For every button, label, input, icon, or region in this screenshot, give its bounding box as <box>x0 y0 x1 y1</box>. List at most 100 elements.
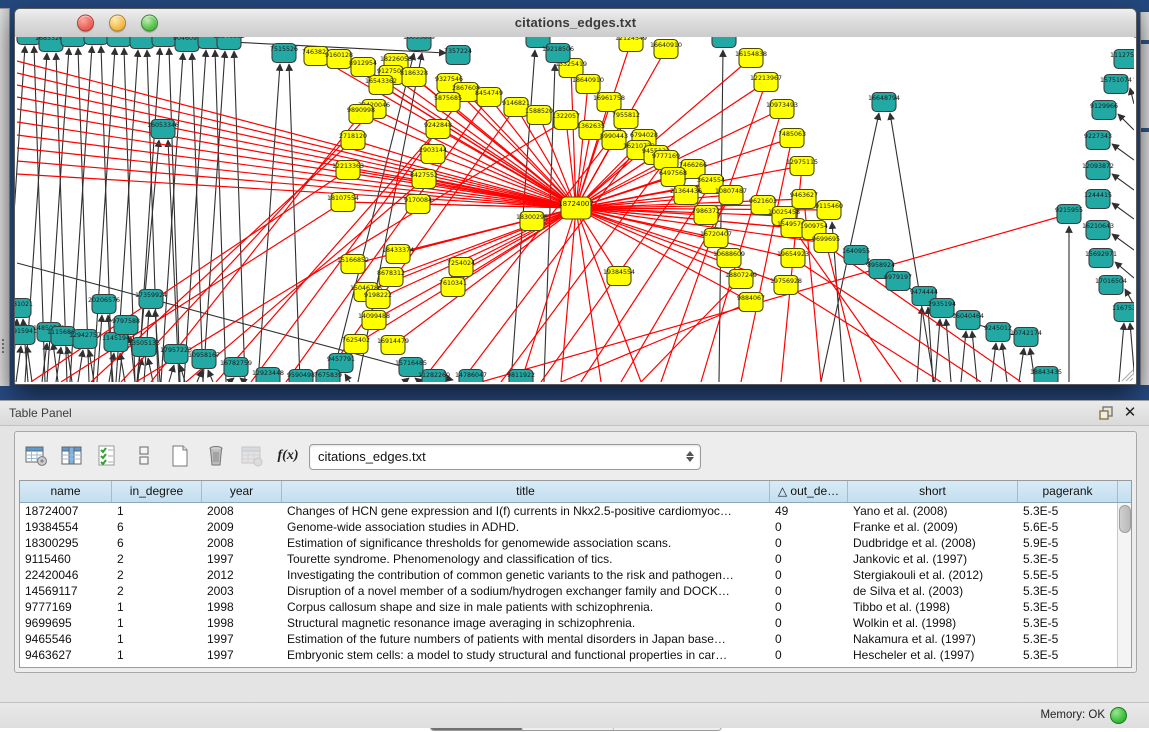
close-panel-icon[interactable]: ✕ <box>1121 404 1139 422</box>
table-row[interactable]: 946554611997Estimation of the future num… <box>20 631 1118 647</box>
network-node[interactable]: 15166852 <box>337 255 369 274</box>
network-node[interactable]: 10807487 <box>715 186 747 205</box>
float-panel-icon[interactable] <box>1097 404 1115 422</box>
network-node[interactable]: 10958167 <box>188 350 220 369</box>
column-header-year[interactable]: year <box>202 481 282 502</box>
delete-table-icon[interactable] <box>203 443 229 469</box>
window-resize-grip[interactable] <box>1120 368 1134 382</box>
network-node[interactable]: 7515526 <box>270 44 298 63</box>
network-node[interactable]: 9129966 <box>1090 101 1118 120</box>
network-node[interactable]: 9198222 <box>364 290 392 309</box>
network-node[interactable]: 9227343 <box>1084 131 1112 150</box>
network-node[interactable]: 18107554 <box>327 193 359 212</box>
network-node[interactable]: 1322057 <box>552 111 580 130</box>
table-row[interactable]: 1456911722003Disruption of a novel membe… <box>20 583 1118 599</box>
network-node[interactable]: 20206576 <box>88 295 120 314</box>
network-node[interactable]: 12213967 <box>750 73 782 92</box>
table-row[interactable]: 977716911998Corpus callosum shape and si… <box>20 599 1118 615</box>
network-node[interactable]: 12124549 <box>615 37 647 52</box>
network-node[interactable]: 9797588 <box>112 316 140 335</box>
network-node[interactable]: 16961758 <box>593 93 625 112</box>
import-table-icon[interactable] <box>239 443 265 469</box>
network-node[interactable]: 16346932 <box>213 37 245 50</box>
network-node[interactable]: 2903144 <box>419 145 447 164</box>
network-node[interactable]: 16640910 <box>650 40 682 59</box>
network-node[interactable]: 7955812 <box>612 110 640 129</box>
network-node[interactable]: 9115460 <box>815 201 843 220</box>
control-panel-collapsed-strip[interactable] <box>0 8 10 386</box>
table-row[interactable]: 946362711997Embryonic stem cells: a mode… <box>20 647 1118 663</box>
network-node[interactable]: 17016504 <box>1095 276 1127 295</box>
network-node[interactable]: 7254024 <box>447 258 475 277</box>
network-node[interactable]: 8186328 <box>400 68 428 87</box>
network-node[interactable]: 9245012 <box>984 323 1012 342</box>
network-node[interactable]: 9046099 <box>173 37 201 52</box>
network-node[interactable]: 9590498 <box>287 370 315 383</box>
table-row[interactable]: 1872400712008Changes of HCN gene express… <box>20 503 1118 519</box>
network-node[interactable]: 18640910 <box>572 75 604 94</box>
column-header-pagerank[interactable]: pagerank <box>1018 481 1118 502</box>
network-node[interactable]: 12942757 <box>69 330 101 349</box>
table-selector-combobox[interactable]: citations_edges.txt <box>309 444 701 470</box>
network-node[interactable]: 11282260 <box>418 370 450 383</box>
network-node[interactable]: 8912954 <box>349 58 377 77</box>
network-node[interactable]: 15692971 <box>1085 249 1117 268</box>
network-node[interactable]: 16648794 <box>868 93 900 112</box>
table-row[interactable]: 969969511998Structural magnetic resonanc… <box>20 615 1118 631</box>
network-node[interactable]: 16543362 <box>365 76 397 95</box>
network-node[interactable]: 14099488 <box>358 311 390 330</box>
network-node[interactable]: 9463627 <box>790 190 818 209</box>
network-node[interactable]: 16154838 <box>735 49 767 68</box>
network-node[interactable]: 7625402 <box>342 335 370 354</box>
network-node[interactable]: 9242848 <box>424 120 452 139</box>
network-node[interactable]: 1167533 <box>1112 303 1134 322</box>
network-node[interactable]: 14786047 <box>455 370 487 383</box>
network-node[interactable]: 9215955 <box>1055 205 1083 224</box>
network-node[interactable]: 21364436 <box>670 186 702 205</box>
network-node[interactable]: 18807249 <box>725 270 757 289</box>
column-header-name[interactable]: name <box>20 481 112 502</box>
network-node[interactable]: 6979197 <box>884 272 912 291</box>
network-node[interactable]: 10973493 <box>766 100 798 119</box>
network-node[interactable]: 16914479 <box>377 336 409 355</box>
network-node[interactable]: 2718120 <box>339 131 367 150</box>
network-node[interactable]: 15751074 <box>1100 75 1132 94</box>
network-node[interactable]: 18843435 <box>1030 367 1062 383</box>
network-node[interactable]: 13505135 <box>128 338 160 357</box>
results-panel-collapsed-strip[interactable] <box>1140 12 1149 385</box>
network-node[interactable]: 9170084 <box>404 195 432 214</box>
table-row[interactable]: 1830029562008Estimation of significance … <box>20 535 1118 551</box>
network-node[interactable]: 16782759 <box>220 358 252 377</box>
network-node[interactable]: 19756928 <box>770 276 802 295</box>
network-node[interactable]: 9884067 <box>737 293 765 312</box>
network-node[interactable]: 12923448 <box>252 368 284 383</box>
table-column-icon[interactable] <box>59 443 85 469</box>
network-node[interactable]: 16210643 <box>1082 221 1114 240</box>
column-header-title[interactable]: title <box>282 481 770 502</box>
network-node[interactable]: 12093872 <box>1082 161 1114 180</box>
network-node[interactable]: 1588520 <box>525 106 553 125</box>
column-header-short[interactable]: short <box>848 481 1018 502</box>
network-node[interactable]: 18724007 <box>558 197 594 219</box>
network-node[interactable]: 7986372 <box>692 206 720 225</box>
network-node[interactable]: 1145194 <box>102 333 130 352</box>
network-node[interactable]: 7357224 <box>444 46 472 65</box>
column-header-out_de[interactable]: △ out_de… <box>770 481 848 502</box>
network-node[interactable]: 6497568 <box>659 168 687 187</box>
network-node[interactable]: 2387682 <box>710 37 738 48</box>
network-node[interactable]: 9699695 <box>812 234 840 253</box>
function-builder-icon[interactable]: f(x) <box>275 443 301 469</box>
table-row[interactable]: 1938455462009Genome-wide association stu… <box>20 519 1118 535</box>
new-table-icon[interactable] <box>167 443 193 469</box>
table-row[interactable]: 911546021997Tourette syndrome. Phenomeno… <box>20 551 1118 567</box>
network-node[interactable]: 11127544 <box>1110 50 1134 69</box>
network-node[interactable]: 8678312 <box>377 268 405 287</box>
network-node[interactable]: 8454749 <box>475 88 503 107</box>
network-node[interactable]: 7675839 <box>314 370 342 383</box>
row-height-icon[interactable] <box>131 443 157 469</box>
network-node[interactable]: 16053809 <box>403 37 435 51</box>
network-node[interactable]: 10688609 <box>713 249 745 268</box>
memory-status-indicator[interactable] <box>1110 707 1127 724</box>
network-node[interactable]: 8427552 <box>410 170 438 189</box>
network-node[interactable]: 1640955 <box>842 246 870 265</box>
